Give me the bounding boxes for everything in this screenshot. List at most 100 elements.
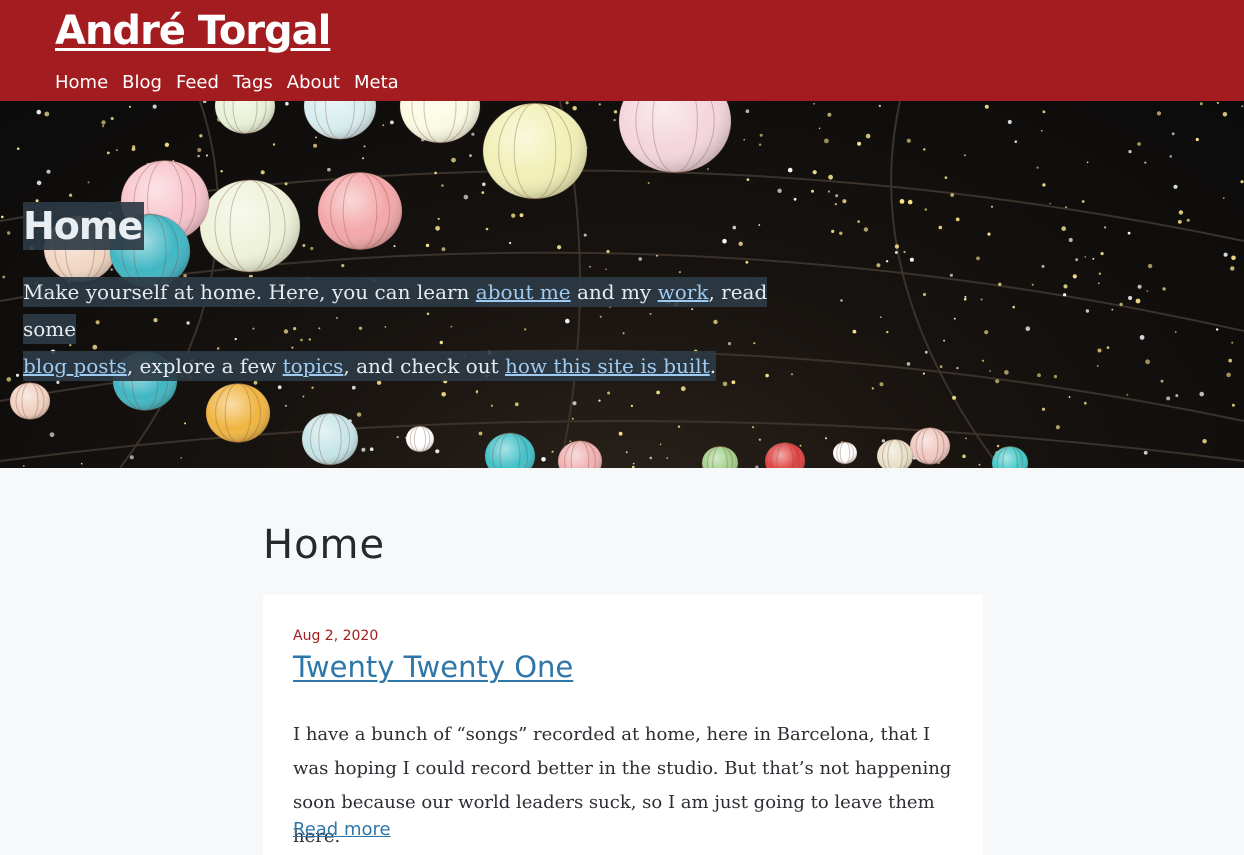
- hero-title: Home: [23, 202, 145, 250]
- fairy-light: [981, 359, 985, 362]
- fairy-light: [840, 299, 843, 302]
- fairy-light: [313, 143, 318, 148]
- fairy-light: [390, 120, 394, 125]
- nav-item-home[interactable]: Home: [55, 71, 108, 95]
- site-header: André Torgal Home Blog Feed Tags About M…: [0, 0, 1244, 101]
- fairy-light: [116, 149, 118, 151]
- fairy-light: [613, 110, 618, 114]
- fairy-light: [625, 451, 628, 454]
- fairy-light: [1042, 183, 1046, 187]
- nav-item-feed[interactable]: Feed: [176, 71, 219, 95]
- fairy-light: [1128, 295, 1133, 301]
- fairy-light: [1241, 105, 1243, 107]
- fairy-light: [110, 268, 113, 271]
- fairy-light: [1100, 252, 1104, 256]
- site-title-link[interactable]: André Torgal: [55, 8, 331, 54]
- fairy-light: [952, 395, 957, 400]
- blog-posts-link[interactable]: blog posts: [23, 354, 127, 378]
- fairy-light: [572, 106, 577, 111]
- fairy-light: [758, 143, 762, 146]
- fairy-light: [202, 101, 207, 104]
- fairy-light: [777, 188, 782, 193]
- paper-lantern: [405, 425, 435, 453]
- fairy-light: [1145, 359, 1150, 365]
- fairy-light: [1156, 111, 1162, 116]
- fairy-light: [1068, 237, 1073, 243]
- fairy-light: [879, 316, 882, 318]
- fairy-light: [811, 189, 814, 193]
- fairy-light: [1092, 257, 1095, 260]
- fairy-light: [1083, 401, 1087, 405]
- fairy-light: [1053, 374, 1058, 379]
- fairy-light: [630, 404, 634, 407]
- fairy-light: [101, 120, 106, 125]
- fairy-light: [1146, 290, 1149, 292]
- fairy-light: [451, 157, 456, 163]
- how-site-built-link[interactable]: how this site is built: [505, 354, 710, 378]
- fairy-light: [818, 127, 821, 130]
- fairy-light: [825, 437, 827, 440]
- fairy-light: [987, 232, 991, 236]
- fairy-light: [6, 377, 12, 382]
- fairy-light: [995, 379, 1000, 384]
- fairy-light: [950, 193, 955, 197]
- fairy-light: [1097, 282, 1100, 285]
- fairy-light: [441, 184, 444, 187]
- fairy-light: [180, 457, 183, 459]
- fairy-light: [839, 231, 843, 235]
- read-more-link[interactable]: Read more: [293, 819, 391, 840]
- nav-item-meta[interactable]: Meta: [354, 71, 399, 95]
- fairy-light: [787, 167, 793, 173]
- fairy-light: [1041, 407, 1046, 411]
- fairy-light: [551, 450, 554, 453]
- fairy-light: [824, 138, 829, 144]
- fairy-light: [894, 251, 898, 254]
- fairy-light: [745, 260, 749, 264]
- fairy-light: [1195, 137, 1199, 142]
- paper-lantern: [909, 427, 951, 465]
- fairy-light: [1216, 101, 1219, 104]
- work-link[interactable]: work: [658, 280, 709, 304]
- fairy-light: [260, 170, 265, 175]
- fairy-light: [572, 401, 577, 406]
- hero-intro-text: , and check out: [343, 354, 505, 378]
- fairy-light: [1096, 365, 1099, 367]
- fairy-light: [638, 257, 642, 261]
- fairy-light: [1171, 132, 1175, 136]
- fairy-light: [1231, 255, 1236, 261]
- fairy-light: [613, 118, 616, 122]
- fairy-light: [812, 170, 817, 175]
- fairy-light: [879, 382, 884, 387]
- fairy-light: [953, 317, 956, 320]
- fairy-light: [1075, 258, 1079, 262]
- fairy-light: [1175, 394, 1179, 398]
- nav-item-blog[interactable]: Blog: [122, 71, 162, 95]
- fairy-light: [1119, 302, 1123, 306]
- about-me-link[interactable]: about me: [476, 280, 571, 304]
- post-title-link[interactable]: Twenty Twenty One: [293, 650, 573, 684]
- fairy-light: [1049, 202, 1051, 205]
- fairy-light: [793, 197, 797, 201]
- fairy-light: [1068, 396, 1071, 398]
- fairy-light: [647, 182, 650, 184]
- fairy-light: [589, 265, 591, 268]
- fairy-light: [87, 181, 90, 184]
- fairy-light: [863, 227, 869, 232]
- fairy-light: [938, 225, 943, 230]
- fairy-light: [743, 138, 746, 141]
- fairy-light: [922, 292, 927, 297]
- fairy-light: [284, 404, 287, 407]
- fairy-light: [519, 213, 524, 218]
- fairy-light: [36, 109, 42, 115]
- fairy-light: [1223, 252, 1228, 257]
- nav-item-about[interactable]: About: [287, 71, 340, 95]
- topics-link[interactable]: topics: [283, 354, 344, 378]
- paper-lantern: [618, 101, 732, 173]
- paper-lantern: [482, 102, 588, 200]
- fairy-light: [1072, 274, 1077, 279]
- fairy-light: [758, 438, 762, 441]
- nav-item-tags[interactable]: Tags: [233, 71, 273, 95]
- fairy-light: [606, 249, 610, 254]
- fairy-light: [857, 141, 862, 146]
- paper-lantern: [199, 179, 301, 273]
